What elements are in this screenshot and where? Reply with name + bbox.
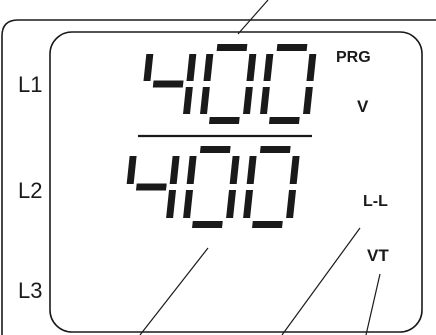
lower-value-digits <box>126 146 300 228</box>
indicator-mode-ll: L-L <box>363 193 388 210</box>
segment-b <box>246 54 257 81</box>
segment-b <box>169 156 180 184</box>
upper-digits-digit-2 <box>260 44 317 124</box>
segment-b <box>289 156 300 184</box>
phase-label-l1: L1 <box>18 72 43 97</box>
segment-b <box>186 54 197 81</box>
segment-d <box>268 117 300 124</box>
segment-b <box>229 156 240 184</box>
leader-line-mode <box>281 227 361 335</box>
segment-c <box>183 87 193 114</box>
lower-digits-digit-0 <box>126 156 180 218</box>
segment-d <box>252 221 283 228</box>
segment-d <box>208 117 240 124</box>
indicator-vt: VT <box>367 246 389 265</box>
phase-label-l2: L2 <box>18 178 43 203</box>
segment-c <box>166 190 177 218</box>
segment-f <box>203 54 214 81</box>
lcd-diagram: L1 L2 L3 PRG V L-L VT 400 400 <box>0 0 436 335</box>
leader-line-digits <box>139 247 209 335</box>
segment-a <box>199 146 231 153</box>
segment-a <box>216 44 248 51</box>
segment-e <box>260 87 270 114</box>
segment-e <box>243 190 254 218</box>
segment-f <box>186 156 197 184</box>
leader-line-vt <box>365 273 381 335</box>
indicator-unit-v: V <box>357 97 369 116</box>
upper-digits-digit-1 <box>200 44 257 124</box>
lower-digits-digit-2 <box>243 146 300 228</box>
segment-c <box>243 87 253 114</box>
lower-digits-digit-1 <box>183 146 240 228</box>
segment-b <box>306 54 317 81</box>
segment-g <box>152 80 184 88</box>
phase-label-l3: L3 <box>18 278 43 303</box>
upper-value-digits <box>143 44 317 124</box>
segment-d <box>192 221 223 228</box>
segment-a <box>276 44 308 51</box>
segment-e <box>183 190 194 218</box>
segment-f <box>263 54 274 81</box>
segment-f <box>246 156 257 184</box>
segment-f <box>143 54 154 81</box>
segment-c <box>286 190 297 218</box>
segment-a <box>259 146 291 153</box>
segment-g <box>135 183 167 191</box>
upper-digits-digit-0 <box>143 54 197 114</box>
outer-panel-border <box>1 19 436 335</box>
indicator-prg: PRG <box>336 49 371 66</box>
segment-f <box>126 156 137 184</box>
segment-e <box>200 87 210 114</box>
leader-line-top <box>237 0 269 35</box>
segment-c <box>226 190 237 218</box>
segment-c <box>303 87 313 114</box>
